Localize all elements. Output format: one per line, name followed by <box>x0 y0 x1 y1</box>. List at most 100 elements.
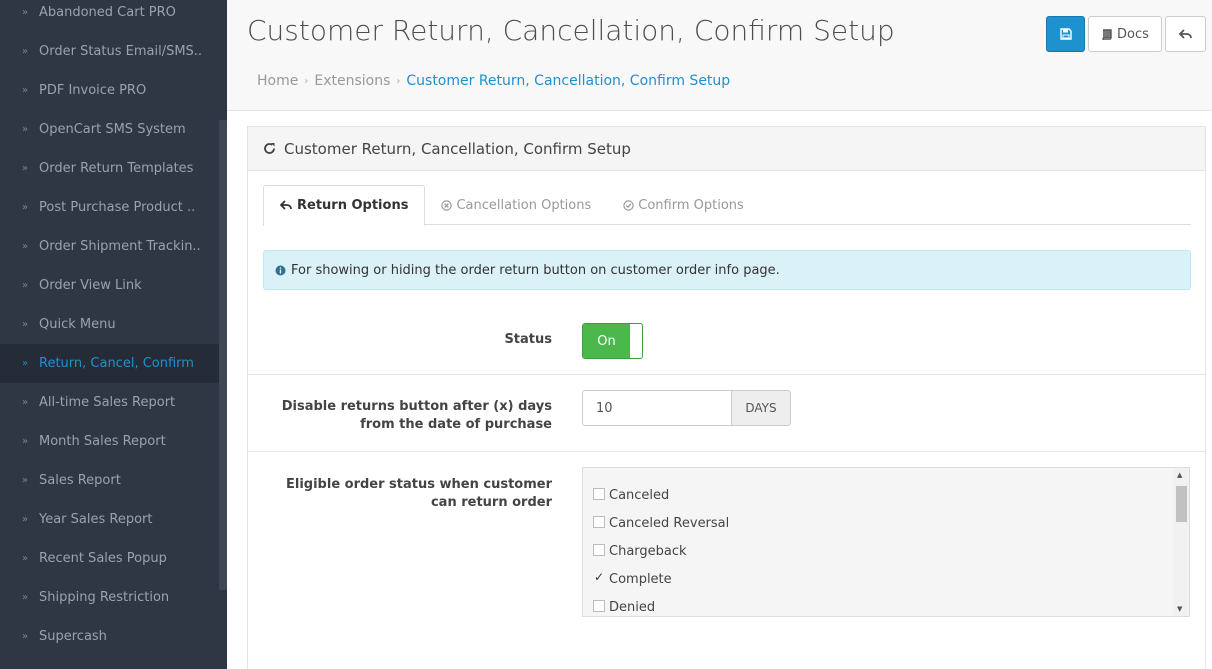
sidebar-item[interactable]: » Sales Report <box>0 461 227 500</box>
checkbox-checked[interactable]: ✓ <box>593 571 605 584</box>
check-circle-icon <box>623 199 634 211</box>
eligible-status-label: Eligible order status when customer can … <box>286 477 552 510</box>
double-chevron-icon: » <box>22 397 29 408</box>
sidebar-item-label: Sales Report <box>39 473 121 488</box>
order-status-label: Complete <box>609 572 672 587</box>
tab-cancellation-options[interactable]: Cancellation Options <box>425 185 607 225</box>
sidebar-item[interactable]: » All-time Sales Report <box>0 383 227 422</box>
tab-confirm-options[interactable]: Confirm Options <box>607 185 760 225</box>
scrollbar-thumb[interactable] <box>1176 486 1187 522</box>
sidebar-item[interactable]: » Order Return Templates <box>0 149 227 188</box>
order-status-option[interactable]: Canceled Reversal <box>593 515 730 531</box>
sidebar-item-label: Supercash <box>39 629 107 644</box>
checkbox[interactable] <box>593 599 605 612</box>
sidebar-scrollbar[interactable] <box>219 120 227 590</box>
scroll-up-icon[interactable]: ▲ <box>1177 471 1182 479</box>
double-chevron-icon: » <box>22 241 29 252</box>
sidebar-item[interactable]: » Recent Sales Popup <box>0 539 227 578</box>
order-status-list[interactable]: Canceled Canceled Reversal Chargeback ✓ Comp… <box>582 467 1190 617</box>
docs-button[interactable]: Docs <box>1088 16 1162 52</box>
panel-heading-title: Customer Return, Cancellation, Confirm S… <box>284 139 631 158</box>
eligible-status-row: Eligible order status when customer can … <box>248 452 1205 652</box>
status-label: Status <box>504 332 552 347</box>
double-chevron-icon: » <box>22 436 29 447</box>
breadcrumb-separator: › <box>304 75 309 87</box>
sidebar-item-label: Order Return Templates <box>39 161 194 176</box>
double-chevron-icon: » <box>22 475 29 486</box>
breadcrumb-current[interactable]: Customer Return, Cancellation, Confirm S… <box>406 73 730 89</box>
sidebar-item-label: Quick Menu <box>39 317 116 332</box>
scroll-down-icon[interactable]: ▼ <box>1177 605 1182 613</box>
info-alert-text: For showing or hiding the order return b… <box>291 262 780 278</box>
list-scrollbar[interactable]: ▲ ▼ <box>1173 468 1189 616</box>
info-circle-icon <box>275 265 286 275</box>
days-label: Disable returns button after (x) days fr… <box>281 399 552 432</box>
order-status-label: Canceled <box>609 488 670 503</box>
sidebar-item[interactable]: » Shipping Restriction <box>0 578 227 617</box>
page-header: Customer Return, Cancellation, Confirm S… <box>227 0 1212 111</box>
days-input[interactable] <box>582 390 732 426</box>
status-toggle-on: On <box>583 324 630 358</box>
sidebar-item[interactable]: » Quick Menu <box>0 305 227 344</box>
sidebar-item[interactable]: » Year Sales Report <box>0 500 227 539</box>
sidebar-item-label: Month Sales Report <box>39 434 166 449</box>
sidebar: » Abandoned Cart PRO » Order Status Email/S… <box>0 0 227 669</box>
order-status-option[interactable]: Canceled <box>593 487 670 503</box>
checkbox[interactable] <box>593 543 605 556</box>
refresh-icon <box>264 143 275 154</box>
sidebar-item-label: Post Purchase Product .. <box>39 200 196 215</box>
sidebar-item[interactable]: » Return, Cancel, Confirm <box>0 344 227 383</box>
double-chevron-icon: » <box>22 163 29 174</box>
sidebar-item[interactable]: » Order View Link <box>0 266 227 305</box>
back-button[interactable] <box>1165 16 1206 52</box>
panel-heading: Customer Return, Cancellation, Confirm S… <box>248 127 1205 171</box>
tab-return-options[interactable]: Return Options <box>263 185 426 226</box>
order-status-option[interactable]: Denied <box>593 599 655 615</box>
setup-panel: Customer Return, Cancellation, Confirm S… <box>247 126 1206 669</box>
checkbox[interactable] <box>593 515 605 528</box>
checkbox[interactable] <box>593 487 605 500</box>
order-status-option[interactable]: Chargeback <box>593 543 687 559</box>
save-icon <box>1059 28 1072 40</box>
double-chevron-icon: » <box>22 280 29 291</box>
double-chevron-icon: » <box>22 7 29 18</box>
order-status-option[interactable]: ✓ Complete <box>593 571 672 588</box>
days-addon: DAYS <box>732 390 791 426</box>
page-title: Customer Return, Cancellation, Confirm S… <box>247 14 895 47</box>
double-chevron-icon: » <box>22 85 29 96</box>
tabs-nav: Return Options Cancellation Options Conf… <box>263 185 1191 226</box>
breadcrumb-extensions[interactable]: Extensions <box>314 73 390 89</box>
status-toggle[interactable]: On <box>582 323 643 359</box>
double-chevron-icon: » <box>22 46 29 57</box>
sidebar-item[interactable]: » PDF Invoice PRO <box>0 71 227 110</box>
sidebar-item[interactable]: » Abandoned Cart PRO <box>0 0 227 32</box>
breadcrumb: Home › Extensions › Customer Return, Can… <box>257 73 730 89</box>
times-circle-icon <box>441 199 453 211</box>
double-chevron-icon: » <box>22 124 29 135</box>
sidebar-item[interactable]: » Post Purchase Product .. <box>0 188 227 227</box>
sidebar-menu: » Abandoned Cart PRO » Order Status Email/S… <box>0 0 227 656</box>
breadcrumb-separator: › <box>396 75 401 87</box>
breadcrumb-home[interactable]: Home <box>257 73 298 89</box>
sidebar-item[interactable]: » Order Shipment Trackin.. <box>0 227 227 266</box>
days-row: Disable returns button after (x) days fr… <box>248 375 1205 452</box>
status-row: Status On <box>248 307 1205 375</box>
docs-button-label: Docs <box>1117 26 1149 42</box>
tab-label: Confirm Options <box>638 197 744 213</box>
sidebar-item-label: All-time Sales Report <box>39 395 176 410</box>
sidebar-item[interactable]: » OpenCart SMS System <box>0 110 227 149</box>
sidebar-item-label: Return, Cancel, Confirm <box>39 356 194 371</box>
sidebar-item-label: Shipping Restriction <box>39 590 170 605</box>
sidebar-item-label: Order Status Email/SMS.. <box>39 44 203 59</box>
double-chevron-icon: » <box>22 358 29 369</box>
sidebar-item[interactable]: » Month Sales Report <box>0 422 227 461</box>
save-button[interactable] <box>1046 16 1085 52</box>
sidebar-item[interactable]: » Supercash <box>0 617 227 656</box>
sidebar-item[interactable]: » Order Status Email/SMS.. <box>0 32 227 71</box>
double-chevron-icon: » <box>22 553 29 564</box>
double-chevron-icon: » <box>22 319 29 330</box>
order-status-label: Canceled Reversal <box>609 516 730 531</box>
tab-label: Return Options <box>297 198 409 213</box>
double-chevron-icon: » <box>22 514 29 525</box>
sidebar-item-label: OpenCart SMS System <box>39 122 186 137</box>
